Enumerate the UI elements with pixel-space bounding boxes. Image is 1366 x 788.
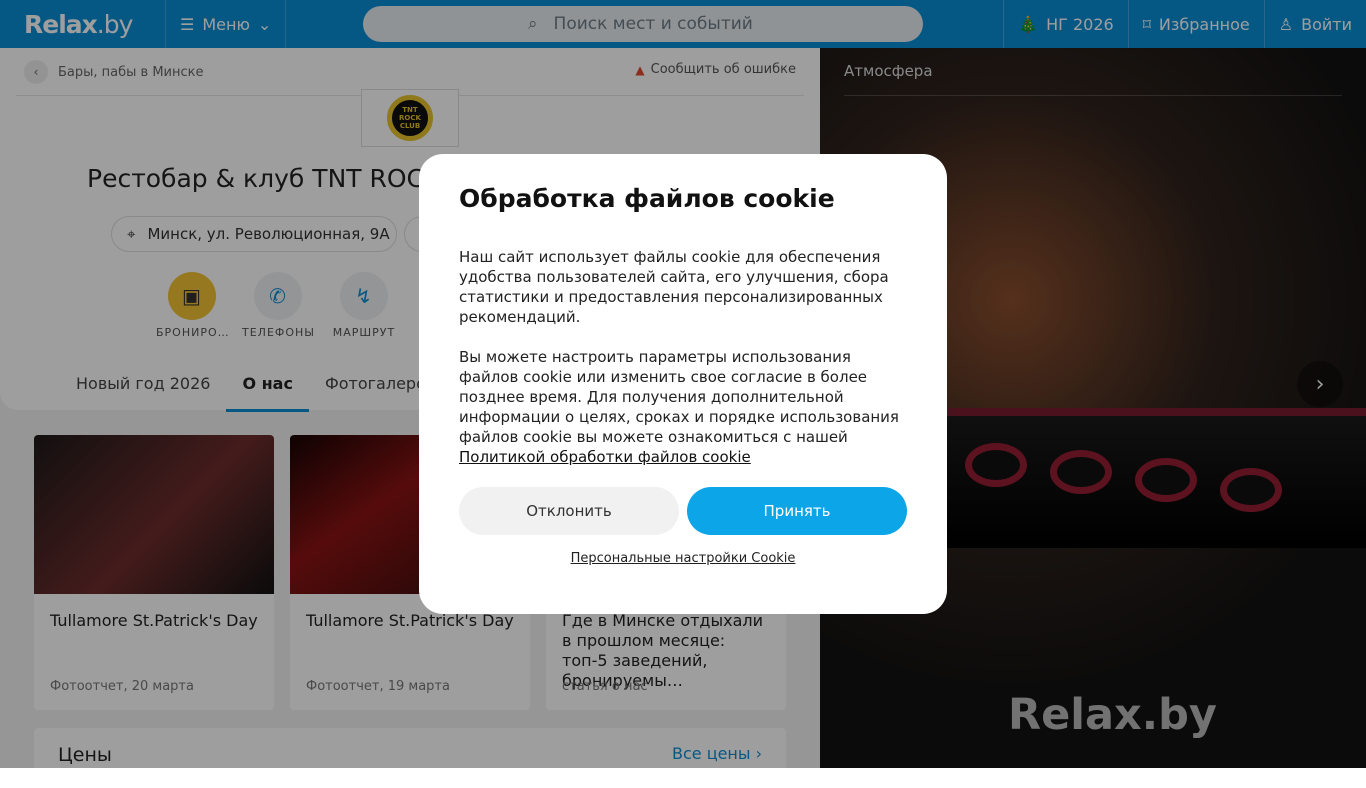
cookie-settings-text: Вы можете настроить параметры использова…	[459, 347, 907, 467]
cookie-text: Наш сайт использует файлы cookie для обе…	[459, 248, 889, 326]
cookie-buttons: Отклонить Принять	[459, 487, 907, 535]
cookie-dialog: Обработка файлов cookie Наш сайт использ…	[419, 154, 947, 614]
cookie-policy-link[interactable]: Политикой обработки файлов cookie	[459, 448, 751, 466]
cookie-text-second: Вы можете настроить параметры использова…	[459, 348, 899, 446]
decline-button[interactable]: Отклонить	[459, 487, 679, 535]
cookie-title: Обработка файлов cookie	[459, 184, 835, 213]
accept-button[interactable]: Принять	[687, 487, 907, 535]
cookie-settings-link[interactable]: Персональные настройки Cookie	[459, 551, 907, 566]
